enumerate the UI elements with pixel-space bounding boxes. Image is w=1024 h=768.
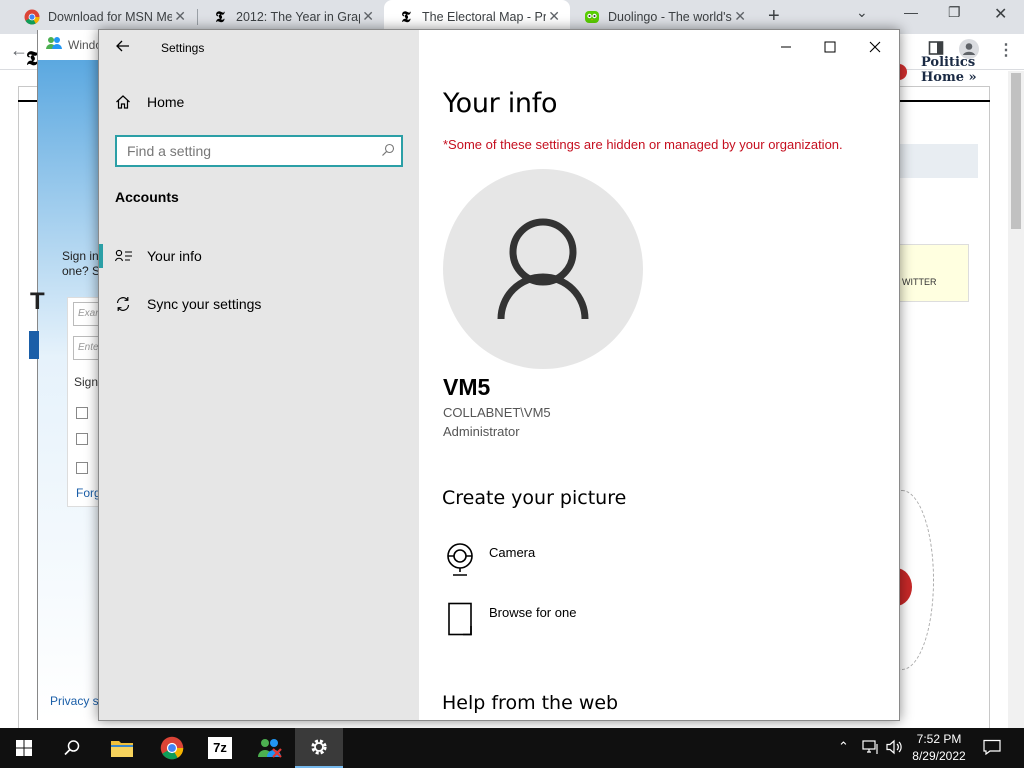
browse-label: Browse for one bbox=[489, 605, 577, 620]
system-clock[interactable]: 7:52 PM 8/29/2022 bbox=[905, 731, 973, 765]
politics-home-link[interactable]: Politics Home » bbox=[921, 55, 977, 85]
login-panel bbox=[67, 297, 101, 507]
restore-icon[interactable]: ❐ bbox=[948, 4, 961, 21]
close-tab-icon[interactable]: ✕ bbox=[734, 8, 746, 25]
sync-icon bbox=[115, 296, 133, 312]
politics-link-line2: Home » bbox=[921, 70, 977, 85]
chevron-up-icon[interactable]: ⌃ bbox=[838, 739, 849, 755]
taskbar: 7z ⌃ 7:52 PM 8/29/2022 bbox=[0, 728, 1024, 768]
users-button[interactable] bbox=[246, 728, 294, 768]
search-box bbox=[115, 135, 403, 167]
person-icon bbox=[497, 218, 589, 320]
7zip-icon: 7z bbox=[208, 737, 232, 759]
forgot-link[interactable]: Forg bbox=[76, 486, 101, 500]
settings-icon bbox=[311, 739, 327, 755]
sign-in-button-edge[interactable] bbox=[29, 331, 39, 359]
search-icon bbox=[64, 740, 80, 756]
twitter-box[interactable]: WITTER bbox=[895, 244, 969, 302]
clock-date: 8/29/2022 bbox=[912, 749, 966, 763]
settings-content: Your info *Some of these settings are hi… bbox=[419, 30, 899, 720]
sign-in-line2[interactable]: one? Si bbox=[62, 264, 103, 279]
sidebar-item-label: Sync your settings bbox=[147, 296, 262, 312]
scrollbar-thumb[interactable] bbox=[1011, 73, 1021, 229]
section-label: Accounts bbox=[115, 189, 179, 205]
tab-title: Download for MSN Me bbox=[48, 10, 172, 24]
org-notice: *Some of these settings are hidden or ma… bbox=[443, 137, 843, 152]
back-arrow-icon bbox=[116, 40, 129, 52]
help-heading: Help from the web bbox=[442, 692, 619, 714]
heading-letter: T bbox=[30, 288, 45, 315]
file-explorer-icon bbox=[111, 741, 133, 757]
camera-label: Camera bbox=[489, 545, 536, 560]
chrome-icon bbox=[160, 736, 184, 760]
politics-link-line1: Politics bbox=[921, 55, 976, 70]
start-button[interactable] bbox=[0, 728, 48, 768]
close-tab-icon[interactable]: ✕ bbox=[362, 8, 374, 25]
camera-icon bbox=[443, 542, 479, 578]
password-field[interactable]: Ente bbox=[73, 336, 101, 360]
create-picture-heading: Create your picture bbox=[442, 487, 627, 509]
start-icon bbox=[16, 740, 32, 756]
privacy-link[interactable]: Privacy st bbox=[50, 694, 102, 708]
sign-in-line1: Sign in bbox=[62, 249, 99, 263]
login-window-title: Windo bbox=[68, 38, 103, 52]
file-explorer-button[interactable] bbox=[98, 728, 146, 768]
home-nav-item[interactable]: Home bbox=[115, 94, 184, 110]
minimize-icon[interactable]: — bbox=[904, 4, 918, 20]
checkbox[interactable] bbox=[76, 462, 88, 474]
sidebar-item-label: Your info bbox=[147, 248, 202, 264]
tab-title: 2012: The Year in Grapl bbox=[236, 10, 360, 24]
person-list-icon bbox=[115, 249, 133, 263]
tab-title: The Electoral Map - Pre bbox=[422, 10, 546, 24]
nyt-icon: 𝕿 bbox=[401, 8, 411, 26]
more-menu-icon[interactable]: ⋮ bbox=[998, 40, 1014, 60]
search-icon[interactable] bbox=[381, 143, 395, 162]
nyt-icon: 𝕿 bbox=[215, 8, 225, 26]
app-title: Settings bbox=[161, 41, 205, 55]
settings-sidebar: Settings Home Accounts Your info bbox=[99, 30, 419, 720]
sign-label: Sign bbox=[74, 375, 99, 389]
new-tab-button[interactable]: + bbox=[768, 5, 780, 28]
users-icon bbox=[46, 36, 62, 53]
avatar bbox=[443, 169, 643, 369]
close-icon[interactable]: ✕ bbox=[994, 4, 1007, 24]
settings-window: Settings Home Accounts Your info bbox=[98, 29, 900, 721]
close-tab-icon[interactable]: ✕ bbox=[548, 8, 560, 25]
user-domain: COLLABNET\VM5 bbox=[443, 405, 551, 420]
sidebar-item-your-info[interactable]: Your info bbox=[99, 238, 419, 274]
checkbox[interactable] bbox=[76, 407, 88, 419]
camera-option[interactable]: Camera bbox=[443, 542, 535, 578]
search-button[interactable] bbox=[48, 728, 96, 768]
browse-option[interactable]: Browse for one bbox=[443, 602, 576, 638]
browse-icon bbox=[443, 602, 479, 638]
chrome-icon bbox=[24, 9, 40, 25]
users-icon bbox=[258, 739, 282, 758]
search-input[interactable] bbox=[127, 142, 367, 160]
page-title: Your info bbox=[443, 88, 558, 119]
twitter-text: WITTER bbox=[902, 277, 937, 287]
sign-in-text: Sign in one? Si bbox=[62, 249, 103, 279]
chevron-down-icon[interactable]: ⌄ bbox=[856, 4, 868, 21]
checkbox[interactable] bbox=[76, 433, 88, 445]
7zip-button[interactable]: 7z bbox=[196, 728, 244, 768]
close-tab-icon[interactable]: ✕ bbox=[174, 8, 186, 25]
home-label: Home bbox=[147, 94, 185, 110]
clock-time: 7:52 PM bbox=[916, 732, 962, 746]
search-bar-bg bbox=[900, 144, 978, 178]
user-name: VM5 bbox=[443, 374, 491, 400]
chrome-button[interactable] bbox=[148, 728, 196, 768]
email-field[interactable]: Exan bbox=[73, 302, 101, 326]
home-icon bbox=[115, 94, 133, 110]
selection-indicator bbox=[99, 244, 103, 268]
settings-button[interactable] bbox=[295, 728, 343, 768]
sidebar-item-sync-settings[interactable]: Sync your settings bbox=[99, 286, 419, 322]
page-scrollbar[interactable] bbox=[1008, 71, 1024, 728]
volume-icon[interactable] bbox=[886, 739, 904, 758]
back-button[interactable] bbox=[115, 38, 131, 59]
network-icon[interactable] bbox=[862, 739, 880, 758]
tab-title: Duolingo - The world's bbox=[608, 10, 732, 24]
user-role: Administrator bbox=[443, 424, 520, 439]
duolingo-icon bbox=[584, 9, 600, 25]
notifications-icon[interactable] bbox=[983, 739, 1001, 758]
